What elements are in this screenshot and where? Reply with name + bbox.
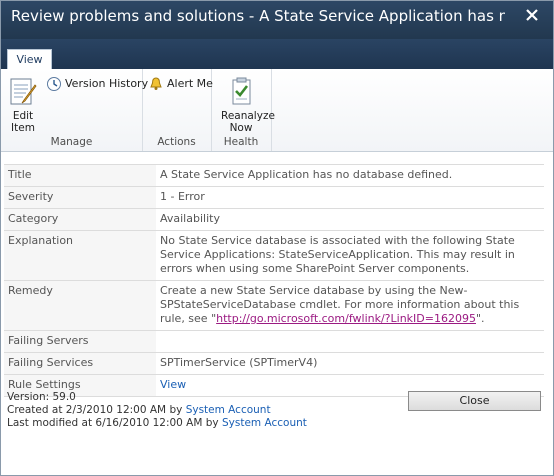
property-label: Remedy [4, 280, 156, 331]
property-label: Failing Services [4, 352, 156, 375]
alert-bell-icon [150, 77, 162, 90]
table-row: Explanation No State Service database is… [4, 230, 544, 281]
property-value: A State Service Application has no datab… [156, 164, 544, 187]
table-row: Category Availability [4, 208, 544, 231]
edit-item-icon [10, 78, 37, 105]
property-label: Title [4, 164, 156, 187]
group-manage: Edit Item Version History Manage [1, 69, 148, 151]
tab-view[interactable]: View [7, 49, 52, 70]
ribbon: Edit Item Version History Manage Alert M… [1, 69, 553, 152]
reanalyze-now-button[interactable]: Reanalyze Now [214, 76, 275, 134]
group-label-actions: Actions [157, 136, 196, 148]
group-label-manage: Manage [50, 136, 93, 148]
properties-table: Title A State Service Application has no… [4, 164, 544, 397]
dialog-title: Review problems and solutions - A State … [11, 7, 505, 25]
property-label: Severity [4, 186, 156, 209]
property-value: No State Service database is associated … [156, 230, 544, 281]
property-value: 1 - Error [156, 186, 544, 209]
version-history-label: Version History [65, 77, 149, 90]
modified-by-link[interactable]: System Account [222, 417, 307, 429]
version-text: Version: 59.0 [7, 391, 76, 403]
table-row: Severity 1 - Error [4, 186, 544, 209]
remedy-link[interactable]: http://go.microsoft.com/fwlink/?LinkID=1… [216, 312, 476, 325]
created-text: Created at 2/3/2010 12:00 AM by [7, 404, 183, 416]
rule-settings-view-link[interactable]: View [160, 378, 186, 391]
table-row: Failing Servers [4, 330, 544, 353]
dialog-window: Review problems and solutions - A State … [0, 0, 554, 476]
group-health: Reanalyze Now Health [211, 69, 275, 151]
property-label: Explanation [4, 230, 156, 281]
modified-line: Last modified at 6/16/2010 12:00 AM by S… [7, 417, 307, 430]
item-metadata: Version: 59.0 Created at 2/3/2010 12:00 … [7, 391, 307, 430]
reanalyze-icon [232, 77, 251, 105]
property-value: SPTimerService (SPTimerV4) [156, 352, 544, 375]
edit-item-button[interactable]: Edit Item [5, 76, 41, 134]
alert-me-label: Alert Me [167, 77, 213, 90]
version-history-button[interactable]: Version History [46, 76, 148, 92]
modified-text: Last modified at 6/16/2010 12:00 AM by [7, 417, 219, 429]
property-label: Failing Servers [4, 330, 156, 353]
group-label-health: Health [223, 136, 259, 148]
created-line: Created at 2/3/2010 12:00 AM by System A… [7, 404, 307, 417]
reanalyze-now-label: Reanalyze Now [221, 110, 275, 134]
property-value-remedy: Create a new State Service database by u… [156, 280, 544, 331]
table-row: Remedy Create a new State Service databa… [4, 280, 544, 331]
created-by-link[interactable]: System Account [186, 404, 271, 416]
version-history-icon [47, 77, 61, 91]
group-actions: Alert Me Actions [142, 69, 213, 151]
alert-me-button[interactable]: Alert Me [148, 76, 213, 92]
remedy-text-end: ". [475, 312, 485, 325]
table-row: Title A State Service Application has no… [4, 164, 544, 187]
edit-item-label: Edit Item [11, 110, 35, 134]
property-value: Availability [156, 208, 544, 231]
title-bar: Review problems and solutions - A State … [1, 1, 553, 39]
table-row: Failing Services SPTimerService (SPTimer… [4, 352, 544, 375]
ribbon-tab-strip: View [1, 39, 553, 70]
property-value [156, 330, 544, 353]
close-icon[interactable] [523, 6, 541, 24]
close-button[interactable]: Close [408, 391, 541, 411]
property-label: Category [4, 208, 156, 231]
